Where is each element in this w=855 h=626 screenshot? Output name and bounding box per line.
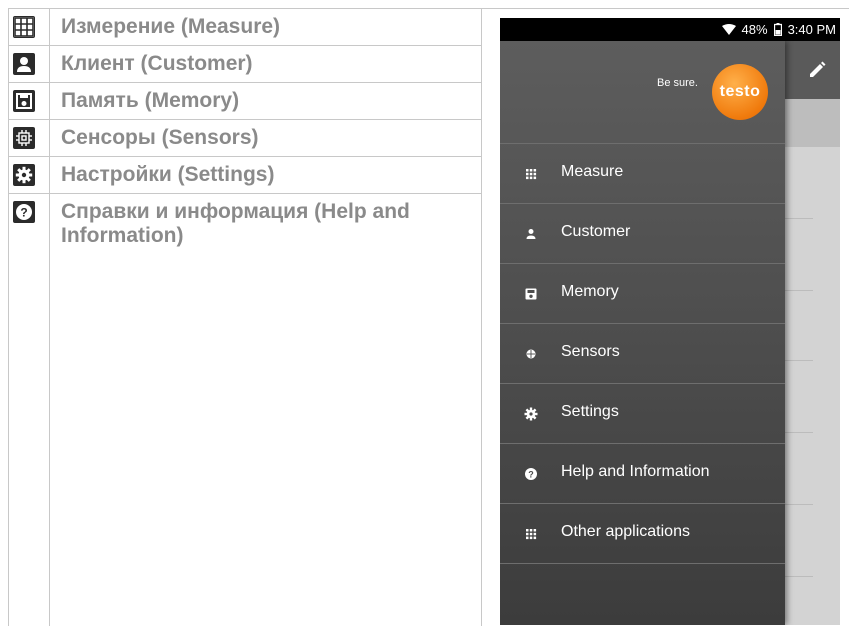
divider (785, 218, 813, 219)
menu-item-label: Measure (561, 163, 624, 180)
grid-icon (526, 169, 537, 180)
save-icon (13, 90, 35, 112)
menu-item-memory[interactable]: Memory (500, 263, 785, 324)
legend-label: Справки и информация (Help and Informati… (61, 200, 410, 247)
column-divider (481, 9, 482, 626)
help-icon: ? (525, 468, 537, 480)
sensor-icon (526, 349, 536, 359)
grid-icon (13, 16, 35, 38)
legend-row-settings: Настройки (Settings) (9, 157, 481, 194)
menu-item-measure[interactable]: Measure (500, 143, 785, 204)
divider (785, 290, 813, 291)
menu-item-other-applications[interactable]: Other applications (500, 503, 785, 564)
svg-text:?: ? (528, 470, 534, 480)
grid-icon (526, 529, 537, 540)
menu-item-customer[interactable]: Customer (500, 203, 785, 264)
menu-item-settings[interactable]: Settings (500, 383, 785, 444)
gear-icon (13, 164, 35, 186)
legend-row-sensors: Сенсоры (Sensors) (9, 120, 481, 157)
menu-item-label: Memory (561, 283, 619, 300)
battery-percent: 48% (741, 22, 768, 37)
legend-row-customer: Клиент (Customer) (9, 46, 481, 83)
person-icon (13, 53, 35, 75)
help-icon: ? (13, 201, 35, 223)
legend-label: Измерение (Measure) (61, 15, 281, 38)
testo-logo: testo (712, 64, 768, 120)
menu-item-label: Settings (561, 403, 619, 420)
person-icon (526, 229, 536, 239)
clock: 3:40 PM (787, 22, 836, 37)
wifi-icon (721, 24, 736, 35)
legend-label: Настройки (Settings) (61, 163, 275, 186)
divider (785, 576, 813, 577)
battery-icon (773, 23, 782, 36)
legend-row-measure: Измерение (Measure) (9, 9, 481, 46)
legend-row-memory: Память (Memory) (9, 83, 481, 120)
menu-item-label: Other applications (561, 523, 690, 540)
logo-text: testo (719, 83, 761, 100)
legend-label: Клиент (Customer) (61, 52, 253, 75)
divider (785, 504, 813, 505)
svg-text:?: ? (20, 206, 27, 220)
brand-tagline: Be sure. (657, 77, 698, 89)
edit-icon[interactable] (806, 59, 828, 81)
navigation-drawer: Be sure. testo Measure Customer Memory S… (500, 41, 785, 625)
divider (785, 360, 813, 361)
divider (785, 432, 813, 433)
app-screenshot: 48% 3:40 PM Be sure. testo Measure Custo… (500, 18, 840, 625)
menu-item-help[interactable]: ? Help and Information (500, 443, 785, 504)
gear-icon (524, 407, 538, 421)
status-bar: 48% 3:40 PM (500, 18, 840, 41)
drawer-header: Be sure. testo (500, 41, 785, 144)
chip-icon (13, 127, 35, 149)
legend-label: Память (Memory) (61, 89, 240, 112)
legend-row-help: ? Справки и информация (Help and Informa… (9, 194, 481, 254)
menu-item-label: Help and Information (561, 463, 710, 480)
legend-label: Сенсоры (Sensors) (61, 126, 259, 149)
divider (500, 563, 785, 564)
menu-item-label: Customer (561, 223, 631, 240)
menu-item-label: Sensors (561, 343, 620, 360)
save-icon (525, 288, 537, 300)
menu-item-sensors[interactable]: Sensors (500, 323, 785, 384)
